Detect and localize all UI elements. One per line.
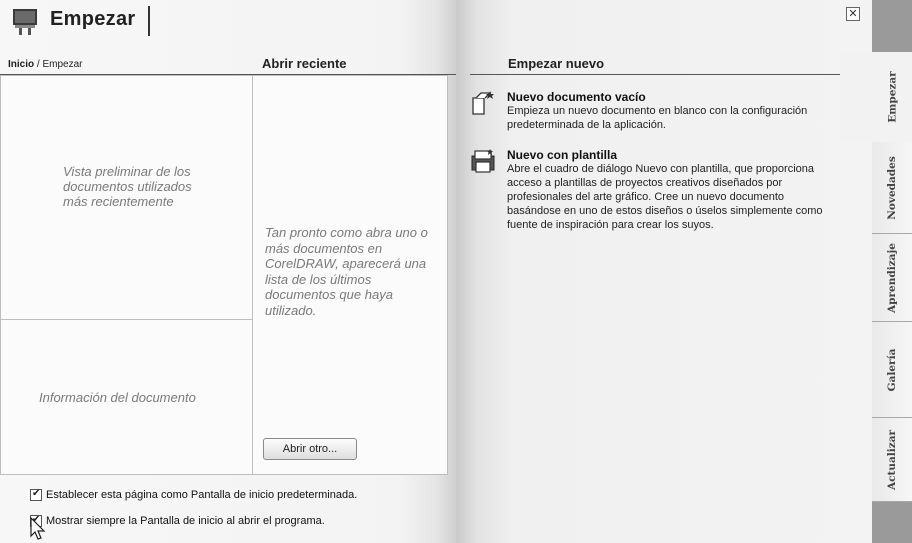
window-title: Empezar xyxy=(50,8,136,30)
close-button[interactable]: ✕ xyxy=(846,7,860,21)
title-bar: Empezar xyxy=(0,0,456,44)
right-page xyxy=(456,0,872,543)
close-icon: ✕ xyxy=(848,8,858,20)
tab-novedades[interactable]: Novedades xyxy=(872,142,912,234)
preview-placeholder: Vista preliminar de los documentos utili… xyxy=(63,164,192,209)
title-divider xyxy=(148,6,150,36)
default-start-page-label: Establecer esta página como Pantalla de … xyxy=(46,489,358,501)
tab-actualizar[interactable]: Actualizar xyxy=(872,418,912,502)
option-always-show[interactable]: Mostrar siempre la Pantalla de inicio al… xyxy=(30,514,325,527)
welcome-screen-icon xyxy=(13,9,37,35)
new-from-template-description: Abre el cuadro de diálogo Nuevo con plan… xyxy=(507,163,823,231)
document-info-placeholder: Información del documento xyxy=(39,390,196,405)
new-from-template-title[interactable]: Nuevo con plantilla xyxy=(507,148,617,162)
header-divider-right xyxy=(470,74,848,75)
tab-empezar-label: Empezar xyxy=(886,71,898,123)
default-start-page-checkbox[interactable] xyxy=(30,488,42,501)
template-icon xyxy=(471,149,495,173)
recent-section-title: Abrir reciente xyxy=(262,56,347,71)
preview-panel: Vista preliminar de los documentos utili… xyxy=(0,75,253,320)
tab-galeria-label: Galería xyxy=(886,348,898,391)
option-default-start-page[interactable]: Establecer esta página como Pantalla de … xyxy=(30,488,358,501)
tab-actualizar-label: Actualizar xyxy=(886,429,898,490)
tab-galeria[interactable]: Galería xyxy=(872,322,912,418)
open-other-button[interactable]: Abrir otro... xyxy=(263,438,357,460)
tab-novedades-label: Novedades xyxy=(886,155,898,220)
new-blank-document-item[interactable]: Nuevo documento vacío Empieza un nuevo d… xyxy=(470,90,830,138)
tab-aprendizaje[interactable]: Aprendizaje xyxy=(872,234,912,322)
breadcrumb-current: / Empezar xyxy=(34,59,83,70)
breadcrumb: Inicio / Empezar xyxy=(8,59,82,70)
document-info-panel: Información del documento xyxy=(0,319,253,475)
side-tab-strip: Novedades Aprendizaje Galería Actualizar… xyxy=(840,0,912,543)
recent-empty-message: Tan pronto como abra uno o más documento… xyxy=(265,225,428,318)
breadcrumb-home[interactable]: Inicio xyxy=(8,59,34,70)
mouse-cursor-icon xyxy=(30,517,46,540)
always-show-label: Mostrar siempre la Pantalla de inicio al… xyxy=(46,515,325,527)
new-blank-document-description: Empieza un nuevo documento en blanco con… xyxy=(507,105,808,131)
column-headers: Inicio / Empezar Abrir reciente Empezar … xyxy=(0,50,872,76)
new-from-template-item[interactable]: Nuevo con plantilla Abre el cuadro de di… xyxy=(470,148,830,258)
tab-empezar[interactable]: Empezar xyxy=(840,52,912,142)
new-document-icon xyxy=(472,91,494,115)
new-blank-document-title[interactable]: Nuevo documento vacío xyxy=(507,90,646,104)
tab-aprendizaje-label: Aprendizaje xyxy=(886,242,898,313)
new-section-title: Empezar nuevo xyxy=(508,56,605,71)
recent-documents-panel: Tan pronto como abra uno o más documento… xyxy=(252,75,448,475)
welcome-screen-window: Empezar ✕ Inicio / Empezar Abrir recient… xyxy=(0,0,872,543)
